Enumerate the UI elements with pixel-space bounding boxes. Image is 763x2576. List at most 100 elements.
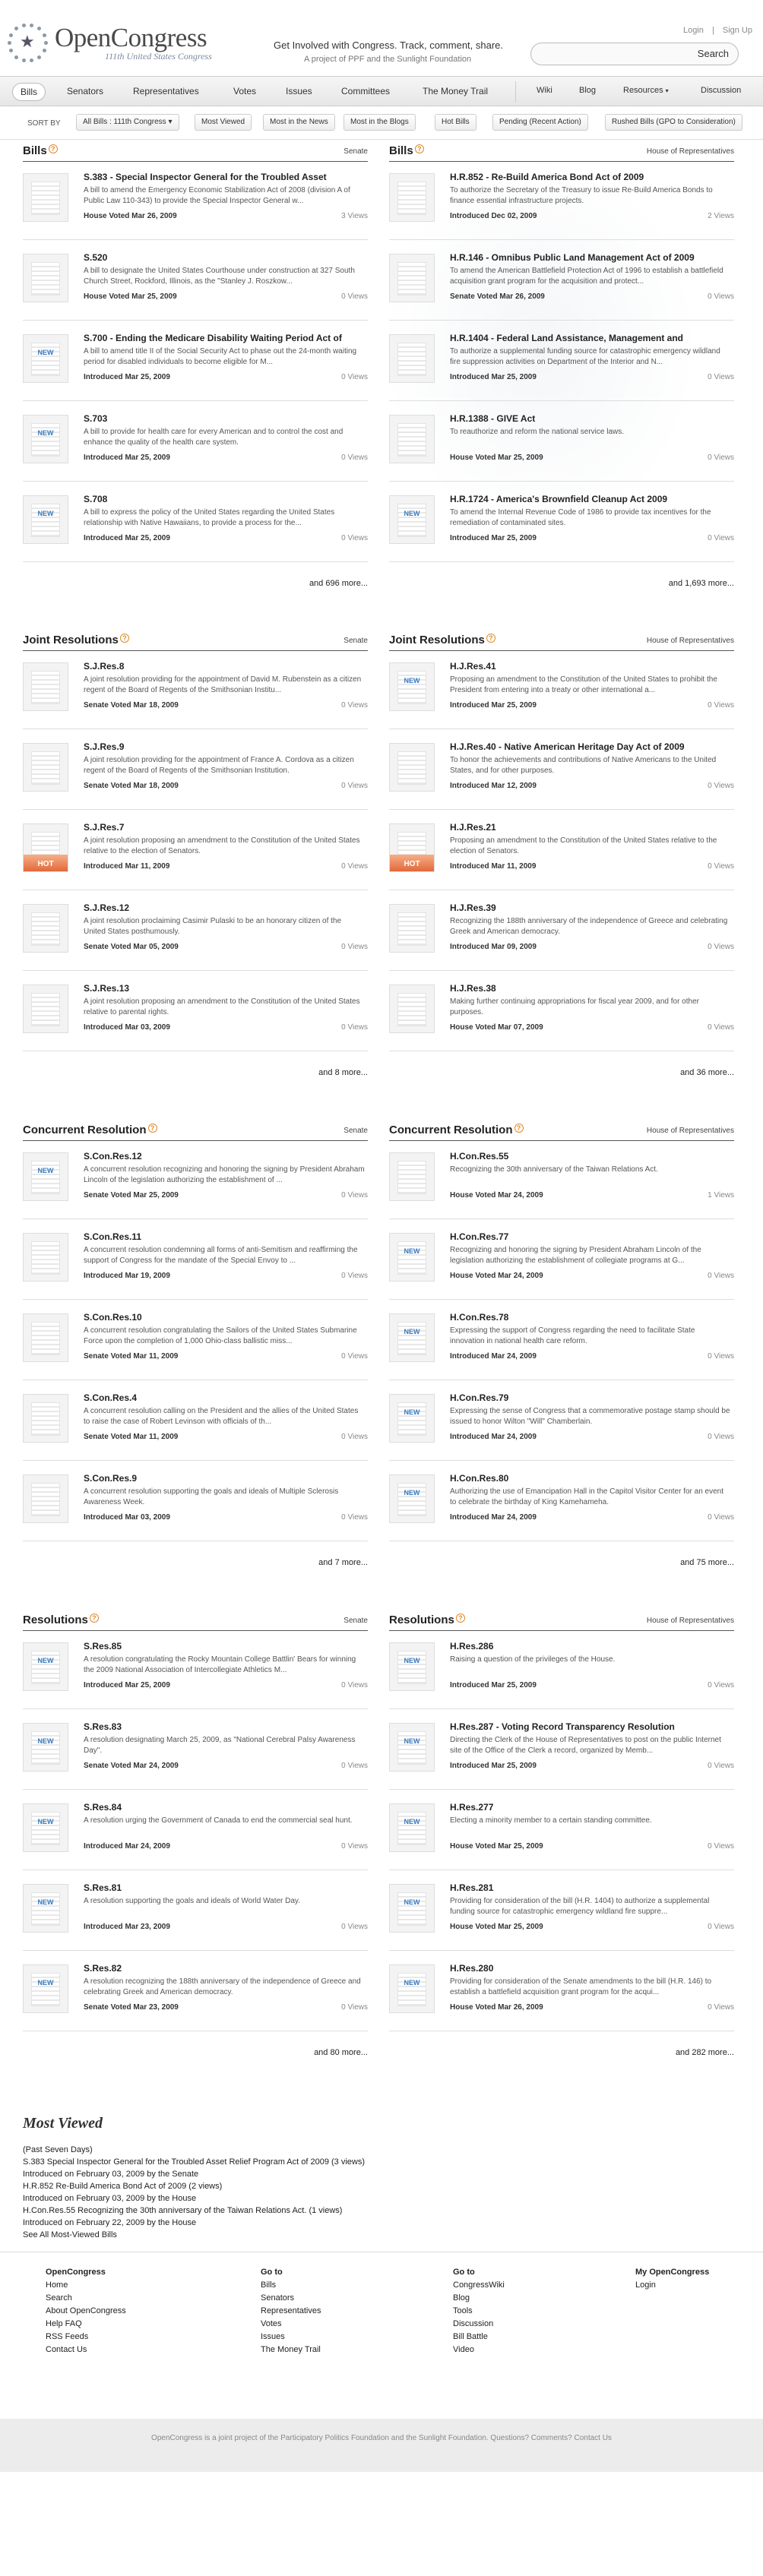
footer-link[interactable]: The Money Trail bbox=[261, 2344, 321, 2356]
sort-most-viewed[interactable]: Most Viewed bbox=[195, 114, 252, 131]
list-item[interactable]: S.J.Res.13 A joint resolution proposing a… bbox=[23, 978, 368, 1051]
item-title-link[interactable]: H.Res.280 bbox=[450, 1963, 731, 1974]
footer-link[interactable]: Help FAQ bbox=[46, 2318, 126, 2331]
footer-link[interactable]: Representatives bbox=[261, 2305, 321, 2318]
more-link[interactable]: and 7 more... bbox=[216, 1558, 368, 1567]
list-item[interactable]: NEW H.Res.286 Raising a question of the pr… bbox=[389, 1636, 734, 1709]
item-title-link[interactable]: H.R.1388 - GIVE Act bbox=[450, 413, 731, 424]
list-item[interactable]: H.Con.Res.55 Recognizing the 30th anniver… bbox=[389, 1146, 734, 1219]
list-item[interactable]: S.J.Res.8 A joint resolution providing fo… bbox=[23, 656, 368, 729]
list-item[interactable]: S.Con.Res.9 A concurrent resolution suppo… bbox=[23, 1468, 368, 1541]
list-item[interactable]: H.R.852 - Re-Build America Bond Act of 2… bbox=[389, 167, 734, 240]
footer-link[interactable]: Home bbox=[46, 2279, 126, 2292]
help-icon[interactable]: ? bbox=[89, 1614, 99, 1623]
item-title-link[interactable]: H.J.Res.21 bbox=[450, 822, 731, 833]
list-item[interactable]: S.383 - Special Inspector General for th… bbox=[23, 167, 368, 240]
item-title-link[interactable]: S.J.Res.12 bbox=[84, 902, 365, 913]
item-title-link[interactable]: H.Con.Res.77 bbox=[450, 1231, 731, 1242]
nav-senators[interactable]: Senators bbox=[67, 86, 103, 96]
item-title-link[interactable]: H.Res.277 bbox=[450, 1802, 731, 1813]
more-link[interactable]: and 696 more... bbox=[216, 579, 368, 588]
item-title-link[interactable]: H.J.Res.38 bbox=[450, 983, 731, 994]
help-icon[interactable]: ? bbox=[414, 144, 424, 153]
site-logo[interactable]: ★ OpenCongress 111th United States Congr… bbox=[6, 21, 212, 65]
list-item[interactable]: NEW H.Con.Res.78 Expressing the support of… bbox=[389, 1307, 734, 1380]
item-title-link[interactable]: S.Con.Res.12 bbox=[84, 1151, 365, 1162]
list-item[interactable]: H.J.Res.38 Making further continuing appr… bbox=[389, 978, 734, 1051]
help-icon[interactable]: ? bbox=[119, 634, 129, 643]
most-viewed-link[interactable]: See All Most-Viewed Bills bbox=[23, 2230, 117, 2239]
footer-link[interactable]: Bill Battle bbox=[453, 2331, 505, 2344]
more-link[interactable]: and 80 more... bbox=[216, 2048, 368, 2057]
list-item[interactable]: NEW S.Res.83 A resolution designating Marc… bbox=[23, 1717, 368, 1790]
item-title-link[interactable]: S.708 bbox=[84, 494, 365, 504]
more-link[interactable]: and 36 more... bbox=[582, 1068, 734, 1077]
list-item[interactable]: NEW S.Res.84 A resolution urging the Gover… bbox=[23, 1797, 368, 1870]
more-link[interactable]: and 75 more... bbox=[582, 1558, 734, 1567]
item-title-link[interactable]: S.J.Res.7 bbox=[84, 822, 365, 833]
item-title-link[interactable]: H.Con.Res.78 bbox=[450, 1312, 731, 1323]
item-title-link[interactable]: H.J.Res.41 bbox=[450, 661, 731, 672]
list-item[interactable]: HOT S.J.Res.7 A joint resolution proposing… bbox=[23, 817, 368, 890]
list-item[interactable]: H.J.Res.40 - Native American Heritage Da… bbox=[389, 737, 734, 810]
item-title-link[interactable]: S.J.Res.9 bbox=[84, 741, 365, 752]
item-title-link[interactable]: H.J.Res.40 - Native American Heritage Da… bbox=[450, 741, 731, 752]
item-title-link[interactable]: S.Con.Res.10 bbox=[84, 1312, 365, 1323]
item-title-link[interactable]: S.Res.84 bbox=[84, 1802, 365, 1813]
footer-link[interactable]: RSS Feeds bbox=[46, 2331, 126, 2344]
list-item[interactable]: NEW S.Con.Res.12 A concurrent resolution r… bbox=[23, 1146, 368, 1219]
list-item[interactable]: H.J.Res.39 Recognizing the 188th annivers… bbox=[389, 898, 734, 971]
item-title-link[interactable]: H.R.852 - Re-Build America Bond Act of 2… bbox=[450, 172, 731, 182]
list-item[interactable]: NEW H.J.Res.41 Proposing an amendment to t… bbox=[389, 656, 734, 729]
footer-link[interactable]: Blog bbox=[453, 2292, 505, 2305]
nav-resources[interactable]: Resources ▾ bbox=[623, 86, 669, 95]
login-link[interactable]: Login bbox=[683, 26, 704, 35]
list-item[interactable]: NEW H.Con.Res.77 Recognizing and honoring … bbox=[389, 1227, 734, 1300]
nav-votes[interactable]: Votes bbox=[233, 86, 256, 96]
list-item[interactable]: H.R.1404 - Federal Land Assistance, Mana… bbox=[389, 328, 734, 401]
list-item[interactable]: HOT H.J.Res.21 Proposing an amendment to t… bbox=[389, 817, 734, 890]
item-title-link[interactable]: H.R.1724 - America's Brownfield Cleanup … bbox=[450, 494, 731, 504]
sort-pending[interactable]: Pending (Recent Action) bbox=[492, 114, 588, 131]
footer-link[interactable]: Discussion bbox=[453, 2318, 505, 2331]
most-viewed-link[interactable]: S.383 Special Inspector General for the … bbox=[23, 2157, 365, 2167]
item-title-link[interactable]: H.Res.286 bbox=[450, 1641, 731, 1651]
item-title-link[interactable]: S.383 - Special Inspector General for th… bbox=[84, 172, 365, 182]
nav-money-trail[interactable]: The Money Trail bbox=[423, 86, 488, 96]
item-title-link[interactable]: S.520 bbox=[84, 252, 365, 263]
most-viewed-link[interactable]: H.R.852 Re-Build America Bond Act of 200… bbox=[23, 2182, 222, 2191]
help-icon[interactable]: ? bbox=[48, 144, 58, 153]
item-title-link[interactable]: S.Res.82 bbox=[84, 1963, 365, 1974]
item-title-link[interactable]: S.Res.83 bbox=[84, 1721, 365, 1732]
help-icon[interactable]: ? bbox=[147, 1124, 157, 1133]
sort-most-blogs[interactable]: Most in the Blogs bbox=[344, 114, 416, 131]
list-item[interactable]: S.Con.Res.11 A concurrent resolution cond… bbox=[23, 1227, 368, 1300]
item-title-link[interactable]: S.700 - Ending the Medicare Disability W… bbox=[84, 333, 365, 343]
item-title-link[interactable]: S.J.Res.8 bbox=[84, 661, 365, 672]
search-input[interactable] bbox=[540, 43, 692, 65]
list-item[interactable]: NEW H.Res.281 Providing for consideration … bbox=[389, 1878, 734, 1951]
more-link[interactable]: and 1,693 more... bbox=[582, 579, 734, 588]
list-item[interactable]: NEW H.Res.277 Electing a minority member t… bbox=[389, 1797, 734, 1870]
help-icon[interactable]: ? bbox=[514, 1124, 524, 1133]
nav-committees[interactable]: Committees bbox=[341, 86, 390, 96]
footer-link[interactable]: Senators bbox=[261, 2292, 321, 2305]
list-item[interactable]: H.R.1388 - GIVE Act To reauthorize and re… bbox=[389, 409, 734, 482]
item-title-link[interactable]: S.Res.81 bbox=[84, 1882, 365, 1893]
list-item[interactable]: NEW H.R.1724 - America's Brownfield Clean… bbox=[389, 489, 734, 562]
list-item[interactable]: NEW H.Res.280 Providing for consideration … bbox=[389, 1958, 734, 2031]
item-title-link[interactable]: H.Con.Res.80 bbox=[450, 1473, 731, 1484]
more-link[interactable]: and 282 more... bbox=[582, 2048, 734, 2057]
footer-link[interactable]: Login bbox=[635, 2279, 709, 2292]
search-button[interactable]: Search bbox=[698, 48, 729, 59]
item-title-link[interactable]: S.Con.Res.11 bbox=[84, 1231, 365, 1242]
nav-bills[interactable]: Bills bbox=[12, 83, 46, 101]
item-title-link[interactable]: H.R.146 - Omnibus Public Land Management… bbox=[450, 252, 731, 263]
list-item[interactable]: NEW S.700 - Ending the Medicare Disabilit… bbox=[23, 328, 368, 401]
item-title-link[interactable]: H.Res.287 - Voting Record Transparency R… bbox=[450, 1721, 731, 1732]
list-item[interactable]: NEW S.Res.82 A resolution recognizing the … bbox=[23, 1958, 368, 2031]
item-title-link[interactable]: S.703 bbox=[84, 413, 365, 424]
list-item[interactable]: NEW S.Res.85 A resolution congratulating t… bbox=[23, 1636, 368, 1709]
list-item[interactable]: NEW S.708 A bill to express the policy of … bbox=[23, 489, 368, 562]
item-title-link[interactable]: S.Res.85 bbox=[84, 1641, 365, 1651]
